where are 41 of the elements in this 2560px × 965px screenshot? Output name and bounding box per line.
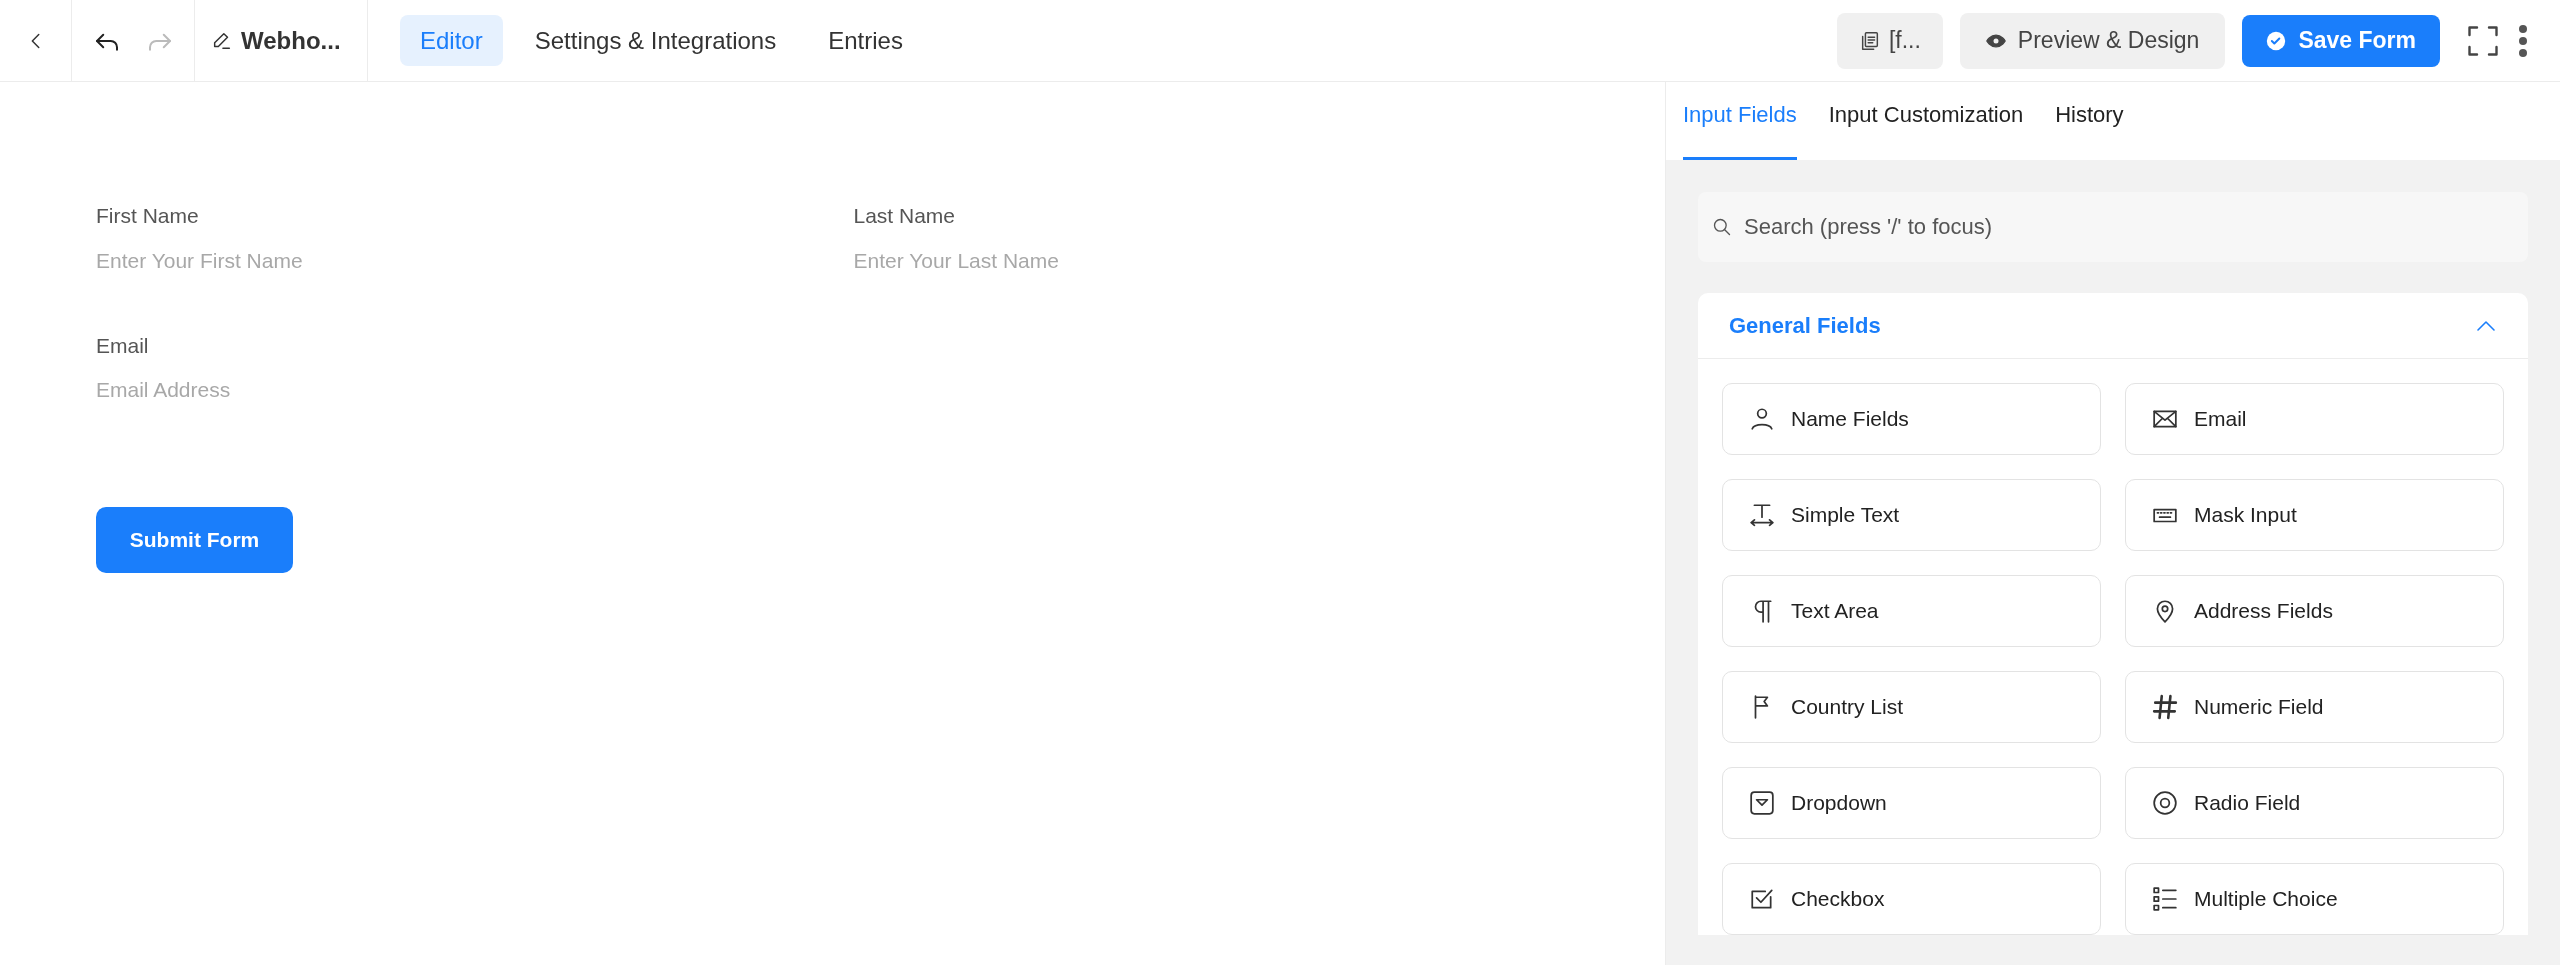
section-title: General Fields xyxy=(1729,312,1881,340)
field-type-button[interactable]: Name Fields xyxy=(1722,383,2101,455)
person-icon xyxy=(1749,406,1775,432)
check-circle-icon xyxy=(2266,30,2287,51)
field-type-button[interactable]: Email xyxy=(2125,383,2504,455)
field-type-button[interactable]: Simple Text xyxy=(1722,479,2101,551)
submit-button[interactable]: Submit Form xyxy=(96,507,293,573)
input-field[interactable]: Email Address xyxy=(96,375,696,405)
search-icon xyxy=(1712,217,1732,237)
chevron-up-icon[interactable] xyxy=(2475,318,2497,333)
nav-tab[interactable]: Settings & Integrations xyxy=(514,15,797,66)
more-icon[interactable] xyxy=(2518,23,2528,58)
list-icon xyxy=(2152,886,2178,912)
dropdown-icon xyxy=(1749,790,1775,816)
checkbox-icon xyxy=(1749,886,1775,912)
field-type-button[interactable]: Multiple Choice xyxy=(2125,863,2504,935)
preview-button[interactable]: Preview & Design xyxy=(1959,12,2226,69)
radio-icon xyxy=(2152,790,2178,816)
field-label: Last Name xyxy=(853,203,957,229)
field-type-button[interactable]: Mask Input xyxy=(2125,479,2504,551)
field-type-button[interactable]: Checkbox xyxy=(1722,863,2101,935)
field-type-button[interactable]: Country List xyxy=(1722,671,2101,743)
panel-tab[interactable]: History xyxy=(2055,98,2124,160)
field-type-button[interactable]: Numeric Field xyxy=(2125,671,2504,743)
text-cursor-icon xyxy=(1749,502,1775,528)
field-label: Email xyxy=(96,332,150,359)
input-field[interactable]: Enter Your First Name xyxy=(96,245,696,276)
field-type-button[interactable]: Address Fields xyxy=(2125,575,2504,647)
field-label: First Name xyxy=(96,203,200,229)
hash-icon xyxy=(2152,694,2178,720)
save-button[interactable]: Save Form xyxy=(2242,14,2440,67)
search-field[interactable]: Search (press '/' to focus) xyxy=(1698,192,2528,262)
form-title: Webho... xyxy=(241,25,341,56)
shortcode-button[interactable]: [f... xyxy=(1836,12,1943,69)
field-type-button[interactable]: Text Area xyxy=(1722,575,2101,647)
nav-tab[interactable]: Entries xyxy=(808,15,923,66)
panel-tab[interactable]: Input Customization xyxy=(1828,98,2024,160)
panel-tab[interactable]: Input Fields xyxy=(1683,98,1797,160)
input-field[interactable]: Enter Your Last Name xyxy=(853,245,1454,276)
field-type-button[interactable]: Dropdown xyxy=(1722,767,2101,839)
field-type-button[interactable]: Radio Field xyxy=(2125,767,2504,839)
